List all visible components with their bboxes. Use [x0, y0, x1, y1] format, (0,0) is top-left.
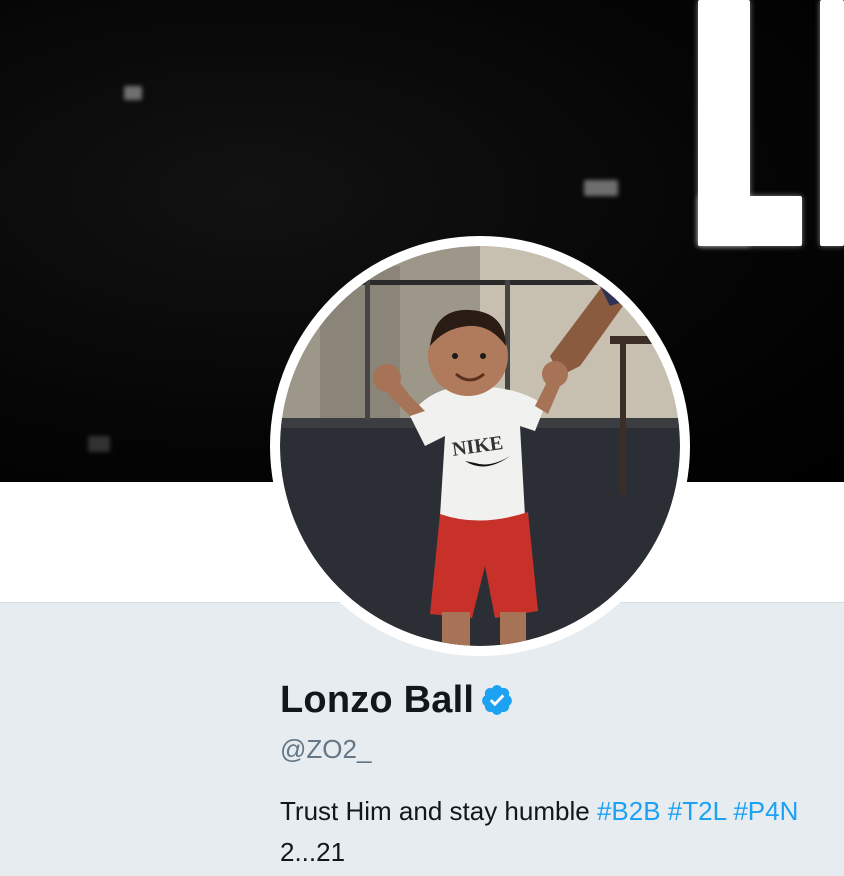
banner-letter-stroke	[698, 196, 802, 246]
banner-speck	[124, 86, 142, 100]
bio: Trust Him and stay humble #B2B #T2L #P4N…	[280, 791, 800, 873]
profile-info: Lonzo Ball @ZO2_ Trust Him and stay humb…	[280, 672, 820, 873]
hashtag-link[interactable]: #B2B	[597, 796, 661, 826]
hashtag-link[interactable]: #P4N	[733, 796, 798, 826]
handle[interactable]: @ZO2_	[280, 734, 820, 765]
bio-text: Trust Him and stay humble	[280, 796, 590, 826]
display-name[interactable]: Lonzo Ball	[280, 679, 474, 722]
banner-letter-stroke	[820, 0, 844, 246]
bio-suffix: 2...21	[280, 837, 346, 867]
hashtag-link[interactable]: #T2L	[668, 796, 726, 826]
verified-badge-icon	[482, 685, 512, 715]
avatar[interactable]: NIKE	[280, 246, 680, 646]
banner-speck	[88, 436, 110, 452]
banner-speck	[584, 180, 618, 196]
name-row: Lonzo Ball	[280, 672, 820, 728]
